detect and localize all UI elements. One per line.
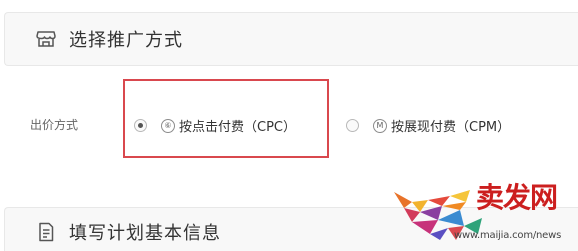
section-title: 填写计划基本信息 [69, 223, 221, 244]
bid-method-label: 出价方式 [30, 118, 79, 132]
section-title: 选择推广方式 [69, 30, 183, 51]
radio-cpm[interactable] [346, 119, 359, 132]
highlight-annotation-box [123, 79, 329, 158]
bid-option-cpm-label: 按展现付费（CPM） [391, 120, 511, 135]
section-header-promotion-method: 选择推广方式 [4, 12, 578, 66]
watermark-logo: 卖发网 www.maijia.com/news [390, 176, 578, 251]
cpm-badge-icon: M [373, 118, 387, 133]
watermark-url: www.maijia.com/news [454, 230, 562, 241]
watermark-title: 卖发网 [476, 181, 558, 214]
document-icon [35, 221, 57, 243]
bid-option-cpm[interactable]: M 按展现付费（CPM） [346, 116, 510, 135]
store-icon [35, 28, 57, 50]
